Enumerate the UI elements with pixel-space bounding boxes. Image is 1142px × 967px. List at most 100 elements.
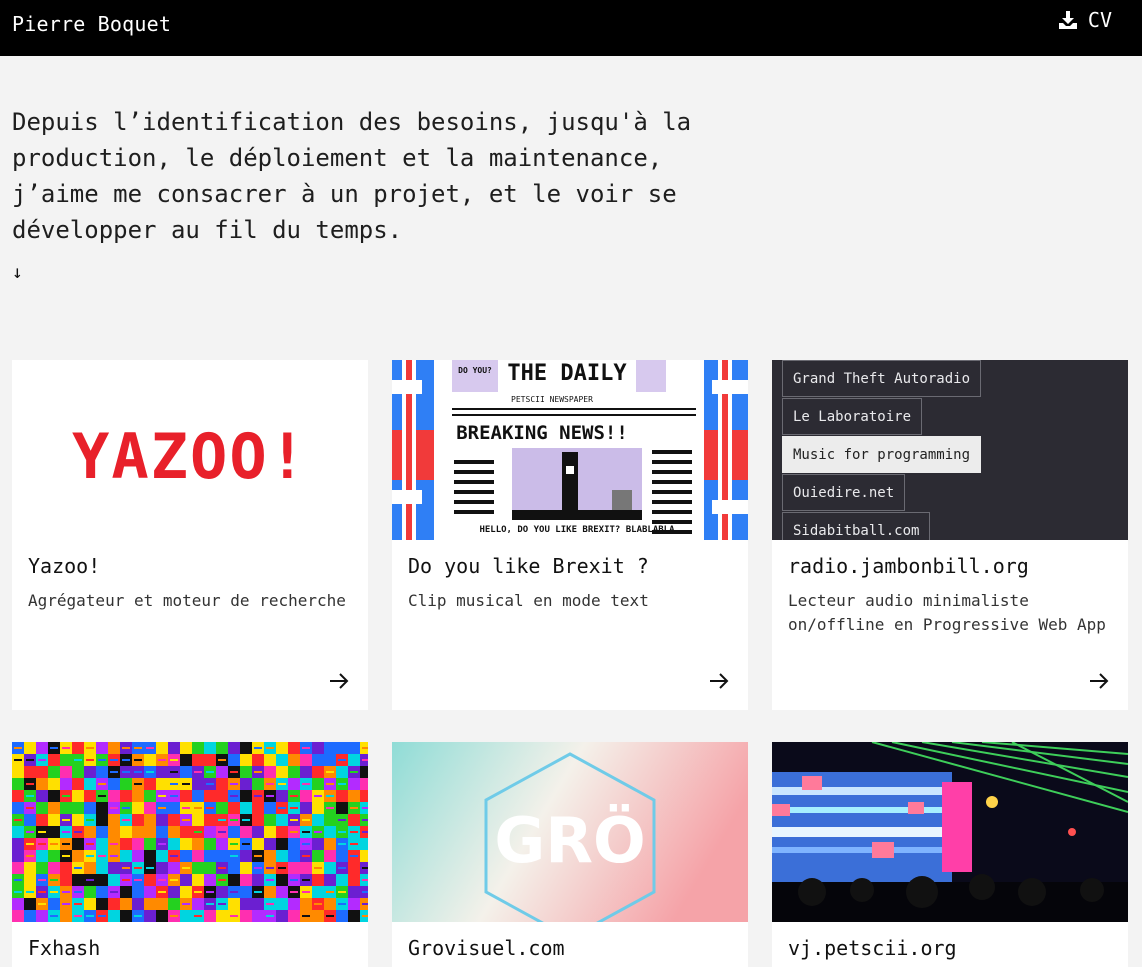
fxhash-pattern-stroke [74, 831, 82, 833]
fxhash-pattern-cell [72, 790, 84, 802]
fxhash-pattern-cell [72, 778, 84, 790]
project-description: Agrégateur et moteur de recherche [28, 591, 346, 610]
fxhash-pattern-stroke [230, 783, 238, 785]
fxhash-pattern-stroke [254, 867, 262, 869]
fxhash-pattern-cell [24, 898, 36, 910]
fxhash-pattern-cell [168, 862, 180, 874]
fxhash-pattern-stroke [350, 831, 358, 833]
scroll-down-arrow-icon[interactable]: ↓ [12, 262, 23, 283]
fxhash-pattern-stroke [362, 759, 368, 761]
fxhash-pattern-stroke [206, 807, 214, 809]
fxhash-pattern-cell [96, 742, 108, 754]
project-card-radio[interactable]: Grand Theft Autoradio Le Laboratoire Mus… [772, 360, 1128, 710]
fxhash-pattern-cell [264, 838, 276, 850]
fxhash-pattern-stroke [122, 747, 130, 749]
project-card-grovisuel[interactable]: GRÖ Grovisuel.com [392, 742, 748, 967]
fxhash-pattern-stroke [362, 915, 368, 917]
fxhash-pattern-cell [132, 898, 144, 910]
fxhash-pattern-cell [180, 790, 192, 802]
project-description: Lecteur audio minimaliste on/offline en … [788, 591, 1106, 634]
fxhash-pattern-stroke [206, 891, 214, 893]
fxhash-pattern-cell [156, 814, 168, 826]
fxhash-pattern-cell [336, 766, 348, 778]
fxhash-pattern-cell [108, 874, 120, 886]
fxhash-pattern-stroke [242, 819, 250, 821]
fxhash-pattern-cell [252, 778, 264, 790]
fxhash-pattern-cell [252, 838, 264, 850]
project-card-fxhash[interactable]: Fxhash [12, 742, 368, 967]
fxhash-pattern-cell [228, 802, 240, 814]
cv-download-link[interactable]: CV [1058, 8, 1112, 32]
fxhash-pattern-cell [240, 826, 252, 838]
fxhash-pattern-cell [276, 754, 288, 766]
radio-station-item: Grand Theft Autoradio [782, 360, 982, 397]
fxhash-pattern-stroke [266, 915, 274, 917]
fxhash-pattern-stroke [218, 831, 226, 833]
fxhash-pattern-cell [180, 886, 192, 898]
fxhash-pattern-cell [180, 910, 192, 922]
project-thumbnail [772, 742, 1128, 922]
fxhash-pattern-cell [264, 826, 276, 838]
svg-text:PETSCII NEWSPAPER: PETSCII NEWSPAPER [511, 395, 593, 404]
fxhash-pattern-stroke [362, 747, 368, 749]
fxhash-pattern-stroke [278, 867, 286, 869]
project-title: Grovisuel.com [408, 936, 565, 960]
fxhash-pattern-cell [228, 862, 240, 874]
fxhash-pattern-stroke [290, 879, 298, 881]
fxhash-pattern-stroke [14, 747, 22, 749]
fxhash-pattern-cell [180, 754, 192, 766]
fxhash-pattern-cell [216, 790, 228, 802]
fxhash-pattern-cell [348, 778, 360, 790]
fxhash-pattern-cell [60, 766, 72, 778]
project-card-yazoo[interactable]: YAZOO! Yazoo! Agrégateur et moteur de re… [12, 360, 368, 710]
fxhash-pattern-cell [288, 838, 300, 850]
fxhash-pattern-stroke [254, 915, 262, 917]
fxhash-pattern-stroke [362, 903, 368, 905]
fxhash-pattern-stroke [98, 795, 106, 797]
fxhash-pattern-stroke [74, 819, 82, 821]
fxhash-pattern-cell [120, 886, 132, 898]
fxhash-pattern-stroke [290, 819, 298, 821]
fxhash-pattern-cell [48, 814, 60, 826]
fxhash-pattern-cell [276, 766, 288, 778]
fxhash-pattern-cell [12, 778, 24, 790]
fxhash-pattern-cell [180, 838, 192, 850]
site-name[interactable]: Pierre Boquet [12, 12, 171, 36]
fxhash-pattern-stroke [362, 867, 368, 869]
fxhash-pattern-cell [144, 814, 156, 826]
fxhash-pattern-cell [216, 742, 228, 754]
project-card-vj[interactable]: vj.petscii.org [772, 742, 1128, 967]
fxhash-pattern-cell [264, 814, 276, 826]
fxhash-pattern-cell [288, 766, 300, 778]
fxhash-pattern-cell [108, 814, 120, 826]
fxhash-pattern-stroke [242, 843, 250, 845]
fxhash-pattern-stroke [170, 795, 178, 797]
fxhash-pattern-cell [300, 754, 312, 766]
arrow-right-icon[interactable] [708, 671, 730, 691]
fxhash-pattern-stroke [86, 915, 94, 917]
fxhash-pattern-stroke [86, 843, 94, 845]
fxhash-pattern-stroke [290, 795, 298, 797]
project-card-brexit[interactable]: DO YOU? THE DAILY PETSCII NEWSPAPER BREA… [392, 360, 748, 710]
fxhash-pattern-cell [264, 886, 276, 898]
fxhash-pattern-stroke [338, 903, 346, 905]
arrow-right-icon[interactable] [1088, 671, 1110, 691]
arrow-right-icon[interactable] [328, 671, 350, 691]
fxhash-pattern-cell [72, 838, 84, 850]
fxhash-pattern-stroke [326, 891, 334, 893]
fxhash-pattern-cell [12, 838, 24, 850]
fxhash-pattern-stroke [62, 891, 70, 893]
fxhash-pattern-cell [252, 754, 264, 766]
fxhash-pattern-cell [240, 766, 252, 778]
fxhash-pattern-stroke [74, 891, 82, 893]
fxhash-pattern-cell [348, 898, 360, 910]
radio-station-item: Ouiedire.net [782, 474, 906, 511]
fxhash-pattern-stroke [26, 807, 34, 809]
fxhash-pattern-cell [216, 850, 228, 862]
fxhash-pattern-cell [168, 802, 180, 814]
fxhash-pattern-stroke [194, 891, 202, 893]
fxhash-pattern-stroke [302, 915, 310, 917]
fxhash-pattern-stroke [98, 879, 106, 881]
fxhash-pattern-stroke [302, 747, 310, 749]
fxhash-pattern-stroke [62, 795, 70, 797]
